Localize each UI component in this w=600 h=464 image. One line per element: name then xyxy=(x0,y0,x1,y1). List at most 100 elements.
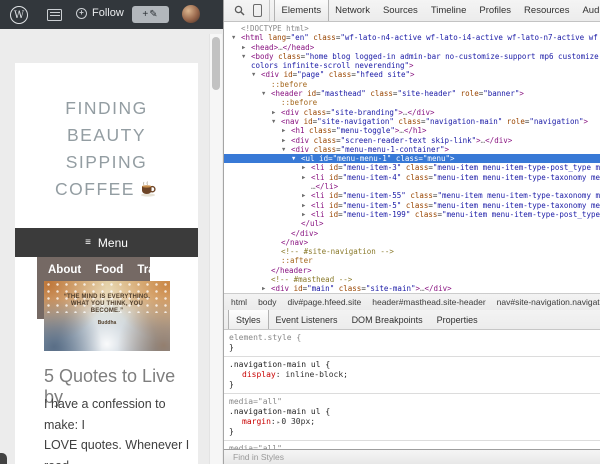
dom-tree-row[interactable]: ::before xyxy=(224,80,600,89)
sidebar-tab-dom-breakpoints[interactable]: DOM Breakpoints xyxy=(345,310,430,329)
dom-tree-row[interactable]: <!-- #masthead --> xyxy=(224,275,600,284)
follow-button[interactable]: + Follow xyxy=(76,7,124,19)
expand-arrow-closed-icon[interactable]: ▶ xyxy=(242,44,251,52)
new-post-button[interactable]: +✎ xyxy=(132,6,169,23)
dom-tree-row[interactable]: ▶ <h1 class="menu-toggle">…</h1> xyxy=(224,126,600,135)
style-rule-section: element.style {} xyxy=(224,330,600,357)
expand-arrow-closed-icon[interactable]: ▶ xyxy=(302,192,311,200)
sidebar-tab-styles[interactable]: Styles xyxy=(228,310,269,329)
expand-arrow-closed-icon[interactable]: ▶ xyxy=(282,127,291,135)
dom-tree-row-selected[interactable]: ▼ <ul id="menu-menu-1" class="menu"> xyxy=(224,154,600,164)
code-segment: "page" xyxy=(297,70,325,80)
dom-tree-row[interactable]: ▼ <body class="home blog logged-in admin-… xyxy=(224,52,600,61)
code-segment: </div> xyxy=(485,135,513,145)
dom-tree-row[interactable]: </div> xyxy=(224,229,600,238)
reader-icon[interactable] xyxy=(47,9,62,21)
page-background: FINDING BEAUTY SIPPING COFFEE ≡ Menu About F… xyxy=(0,29,223,464)
menu-toggle-label: Menu xyxy=(97,235,128,250)
expand-arrow-open-icon[interactable]: ▼ xyxy=(272,118,281,126)
element-style-selector[interactable]: element.style { xyxy=(229,333,600,343)
dom-tree-row[interactable]: ::before xyxy=(224,98,600,107)
css-selector[interactable]: .navigation-main ul { xyxy=(229,360,600,370)
expand-arrow-closed-icon[interactable]: ▶ xyxy=(302,164,311,172)
dom-tree-row[interactable]: ▶ <li id="menu-item-4" class="menu-item m… xyxy=(224,173,600,182)
code-segment: <li xyxy=(311,163,325,173)
media-attribute[interactable]: media="all" xyxy=(229,397,600,407)
dom-tree-row[interactable]: ▼ <html lang="en" class="wf-lato-n4-activ… xyxy=(224,33,600,42)
devtools-tab-resources[interactable]: Resources xyxy=(518,0,576,21)
inspect-magnifier-icon[interactable] xyxy=(230,0,249,21)
code-segment: </head> xyxy=(282,42,315,52)
dom-tree-row[interactable]: ▶ <li id="menu-item-55" class="menu-item … xyxy=(224,191,600,200)
dom-tree-row[interactable]: ▶ <div class="site-branding">…</div> xyxy=(224,108,600,117)
quote-line: BECOME.” xyxy=(90,308,124,314)
dom-tree-row[interactable]: </header> xyxy=(224,266,600,275)
expand-arrow-open-icon[interactable]: ▼ xyxy=(262,90,271,98)
site-title-line: FINDING xyxy=(65,98,148,118)
expand-arrow-open-icon[interactable]: ▼ xyxy=(252,71,261,79)
dom-tree-row[interactable]: ▶ <li id="menu-item-199" class="menu-item… xyxy=(224,210,600,219)
nav-link-about[interactable]: About xyxy=(48,264,81,276)
closing-brace[interactable]: } xyxy=(229,427,600,437)
dom-tree-row[interactable]: colors infinite-scroll neverending"> xyxy=(224,61,600,70)
dom-tree-row[interactable]: ▶ <head>…</head> xyxy=(224,43,600,52)
closing-brace[interactable]: } xyxy=(229,380,600,390)
expand-arrow-closed-icon[interactable]: ▶ xyxy=(302,211,311,219)
site-title[interactable]: FINDING BEAUTY SIPPING COFFEE xyxy=(15,63,198,203)
sidebar-tab-event-listeners[interactable]: Event Listeners xyxy=(269,310,345,329)
expand-arrow-open-icon[interactable]: ▼ xyxy=(292,155,301,163)
dom-tree-row[interactable]: <!DOCTYPE html> xyxy=(224,24,600,33)
code-segment: </div> xyxy=(424,284,452,294)
style-rule-section: media="all" .navigation-main ul {margin:▸… xyxy=(224,394,600,441)
expand-arrow-open-icon[interactable]: ▼ xyxy=(242,53,251,61)
breadcrumb-item[interactable]: header#masthead.site-header xyxy=(372,297,485,307)
devtools-tab-network[interactable]: Network xyxy=(329,0,377,21)
nav-link-food[interactable]: Food xyxy=(95,264,123,276)
expand-arrow-closed-icon[interactable]: ▶ xyxy=(282,137,291,145)
scrollbar-thumb[interactable] xyxy=(212,37,220,90)
dom-tree-row[interactable]: </ul> xyxy=(224,219,600,228)
menu-toggle-button[interactable]: ≡ Menu xyxy=(15,228,198,257)
breadcrumb-item[interactable]: nav#site-navigation.navigatio xyxy=(497,297,600,307)
dom-tree-row[interactable]: ▶ <li id="menu-item-5" class="menu-item m… xyxy=(224,201,600,210)
device-mode-icon[interactable] xyxy=(249,0,266,21)
breadcrumb-item[interactable]: div#page.hfeed.site xyxy=(288,297,362,307)
hamburger-icon: ≡ xyxy=(85,237,91,248)
code-segment: "menu-item menu-item-type-post_type m xyxy=(441,209,600,219)
dom-tree-row[interactable]: ::after xyxy=(224,256,600,265)
quote-line: “THE MIND IS EVERYTHING. xyxy=(63,294,151,300)
find-in-styles-input[interactable]: Find in Styles xyxy=(224,449,600,464)
devtools-tab-sources[interactable]: Sources xyxy=(376,0,424,21)
devtools-tab-profiles[interactable]: Profiles xyxy=(473,0,518,21)
expand-arrow-open-icon[interactable]: ▼ xyxy=(232,34,241,42)
dom-tree-row[interactable]: ▶ <div class="screen-reader-text skip-lin… xyxy=(224,136,600,145)
dom-tree-row[interactable]: ▼ <div class="menu-menu-1-container"> xyxy=(224,145,600,154)
dom-tree-row[interactable]: </nav> xyxy=(224,238,600,247)
breadcrumb-item[interactable]: body xyxy=(258,297,276,307)
wordpress-logo-icon[interactable]: W xyxy=(10,6,28,24)
featured-image[interactable]: “THE MIND IS EVERYTHING. WHAT YOU THINK, … xyxy=(44,281,170,351)
devtools-tab-elements[interactable]: Elements xyxy=(274,0,329,21)
css-property[interactable]: display: inline-block; xyxy=(229,370,600,380)
expand-arrow-closed-icon[interactable]: ▶ xyxy=(272,109,281,117)
dom-tree-row[interactable]: ▼ <header id="masthead" class="site-heade… xyxy=(224,89,600,98)
devtools-tab-audits[interactable]: Audits xyxy=(576,0,600,21)
sidebar-tab-properties[interactable]: Properties xyxy=(430,310,485,329)
css-property[interactable]: margin:▸0 30px; xyxy=(229,417,600,427)
devtools-tab-timeline[interactable]: Timeline xyxy=(424,0,473,21)
dom-tree-row[interactable]: <!-- #site-navigation --> xyxy=(224,247,600,256)
dom-tree-row[interactable]: ▼ <nav id="site-navigation" class="naviga… xyxy=(224,117,600,126)
breadcrumb-item[interactable]: html xyxy=(231,297,247,307)
expand-arrow-closed-icon[interactable]: ▶ xyxy=(302,202,311,210)
code-segment: class xyxy=(391,154,419,164)
closing-brace[interactable]: } xyxy=(229,343,600,353)
expand-arrow-open-icon[interactable]: ▼ xyxy=(282,146,291,154)
dom-tree-row[interactable]: …</li> xyxy=(224,182,600,191)
user-avatar[interactable] xyxy=(182,5,200,23)
dom-tree-row[interactable]: ▼ <div id="page" class="hfeed site"> xyxy=(224,70,600,79)
nav-link-travel[interactable]: Travel xyxy=(137,264,170,276)
dom-tree-row[interactable]: ▶ <li id="menu-item-3" class="menu-item m… xyxy=(224,163,600,172)
expand-arrow-closed-icon[interactable]: ▶ xyxy=(302,174,311,182)
preview-scrollbar[interactable] xyxy=(209,34,222,464)
css-selector[interactable]: .navigation-main ul { xyxy=(229,407,600,417)
